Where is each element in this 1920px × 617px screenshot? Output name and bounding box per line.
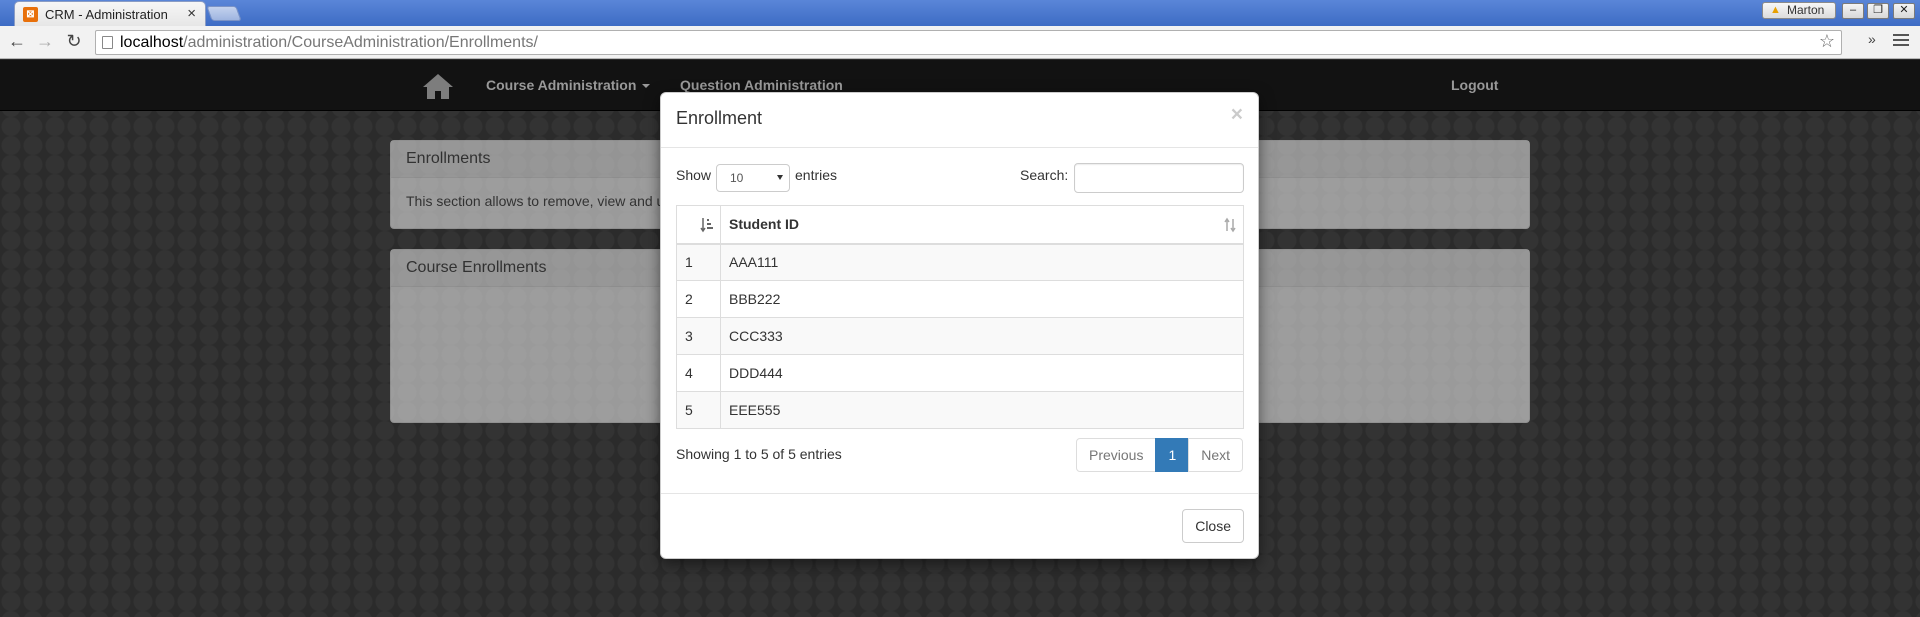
close-button[interactable]: Close bbox=[1182, 509, 1244, 543]
entries-label: entries bbox=[795, 167, 838, 183]
enrollment-modal: Enrollment × Show 10 entries Search: Stu… bbox=[660, 92, 1259, 559]
student-id: EEE555 bbox=[720, 391, 1244, 429]
row-index: 2 bbox=[676, 280, 721, 318]
search-label: Search: bbox=[1020, 167, 1069, 183]
pagination: Previous 1 Next bbox=[1076, 438, 1244, 472]
row-index: 5 bbox=[676, 391, 721, 429]
previous-page-button[interactable]: Previous bbox=[1076, 438, 1157, 472]
enrollment-table: Student ID 1 AAA111 2 BBB222 3 CCC333 4 … bbox=[676, 205, 1244, 429]
site-favicon-icon: ⊠ bbox=[23, 7, 38, 22]
browser-titlebar: ⊠ CRM - Administration × ▲ Marton – ❐ ✕ bbox=[0, 0, 1920, 26]
column-header-index[interactable] bbox=[676, 205, 721, 245]
page-length-value: 10 bbox=[730, 171, 744, 185]
back-icon[interactable]: ← bbox=[6, 30, 28, 52]
student-id: DDD444 bbox=[720, 354, 1244, 392]
bookmark-star-icon[interactable]: ☆ bbox=[1819, 30, 1835, 53]
restore-button[interactable]: ❐ bbox=[1867, 3, 1889, 19]
extensions-chevron-icon[interactable]: » bbox=[1868, 31, 1876, 47]
sort-both-icon bbox=[1224, 217, 1236, 233]
modal-header: Enrollment × bbox=[661, 93, 1258, 148]
row-index: 1 bbox=[676, 243, 721, 281]
browser-toolbar: ← → ↻ localhost/administration/CourseAdm… bbox=[0, 26, 1920, 59]
table-row[interactable]: 1 AAA111 bbox=[676, 243, 1244, 281]
student-id: AAA111 bbox=[720, 243, 1244, 281]
warning-icon: ▲ bbox=[1770, 4, 1781, 16]
url-host: localhost bbox=[120, 34, 184, 51]
url-path: /administration/CourseAdministration/Enr… bbox=[183, 34, 538, 51]
row-index: 4 bbox=[676, 354, 721, 392]
profile-name: Marton bbox=[1787, 3, 1825, 17]
tab-close-icon[interactable]: × bbox=[187, 5, 196, 22]
show-label: Show bbox=[676, 167, 712, 183]
page-1-button[interactable]: 1 bbox=[1155, 438, 1190, 472]
new-tab-button[interactable] bbox=[206, 6, 242, 21]
modal-close-icon[interactable]: × bbox=[1231, 103, 1243, 127]
table-row[interactable]: 3 CCC333 bbox=[676, 317, 1244, 355]
url-text: localhost/administration/CourseAdministr… bbox=[120, 31, 538, 54]
select-arrow-icon bbox=[777, 175, 783, 180]
page-length-select[interactable]: 10 bbox=[716, 164, 790, 192]
search-input[interactable] bbox=[1074, 163, 1244, 193]
minimize-button[interactable]: – bbox=[1842, 3, 1864, 19]
reload-icon[interactable]: ↻ bbox=[63, 30, 85, 52]
table-info: Showing 1 to 5 of 5 entries bbox=[676, 446, 842, 462]
student-id: BBB222 bbox=[720, 280, 1244, 318]
student-id: CCC333 bbox=[720, 317, 1244, 355]
row-index: 3 bbox=[676, 317, 721, 355]
column-header-student-id[interactable]: Student ID bbox=[720, 205, 1244, 245]
next-page-button[interactable]: Next bbox=[1188, 438, 1244, 472]
tab-title: CRM - Administration bbox=[45, 7, 168, 22]
address-bar[interactable]: localhost/administration/CourseAdministr… bbox=[95, 30, 1842, 55]
sort-ascending-icon bbox=[700, 218, 713, 233]
table-row[interactable]: 4 DDD444 bbox=[676, 354, 1244, 392]
column-header-student-id-label: Student ID bbox=[729, 216, 799, 233]
forward-icon[interactable]: → bbox=[34, 30, 56, 52]
profile-button[interactable]: ▲ Marton bbox=[1762, 2, 1836, 19]
table-row[interactable]: 5 EEE555 bbox=[676, 391, 1244, 429]
window-close-button[interactable]: ✕ bbox=[1893, 3, 1915, 19]
browser-menu-icon[interactable] bbox=[1893, 34, 1909, 48]
table-row[interactable]: 2 BBB222 bbox=[676, 280, 1244, 318]
modal-footer: Close bbox=[661, 493, 1258, 559]
page-icon bbox=[102, 36, 113, 49]
browser-tab[interactable]: ⊠ CRM - Administration × bbox=[14, 1, 206, 26]
modal-title: Enrollment bbox=[676, 108, 763, 128]
